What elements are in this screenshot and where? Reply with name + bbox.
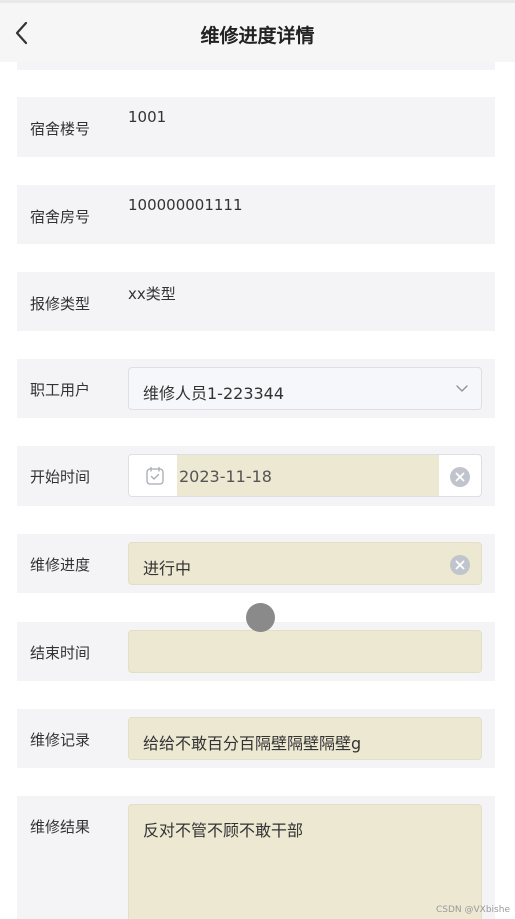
form-row-repair-type: 报修类型 xx类型	[17, 272, 495, 331]
form-row-staff: 职工用户 维修人员1-223344	[17, 359, 495, 418]
touch-indicator	[246, 603, 275, 632]
end-time-label: 结束时间	[30, 644, 91, 662]
staff-select-value: 维修人员1-223344	[143, 384, 285, 403]
repair-type-label: 报修类型	[30, 295, 91, 313]
repair-type-value: xx类型	[128, 285, 176, 303]
top-navigation-bar: 维修进度详情	[0, 0, 515, 62]
clear-circle-icon[interactable]	[449, 554, 471, 576]
result-value: 反对不管不顾不敢干部	[143, 821, 304, 840]
staff-select[interactable]: 维修人员1-223344	[128, 367, 482, 410]
clear-circle-icon[interactable]	[449, 466, 471, 488]
calendar-icon	[146, 466, 164, 485]
result-textarea[interactable]: 反对不管不顾不敢干部	[128, 804, 482, 919]
building-value: 1001	[128, 108, 167, 126]
end-time-input[interactable]	[128, 630, 482, 673]
form-row-result: 维修结果 反对不管不顾不敢干部	[17, 796, 495, 919]
record-value: 给给不敢百分百隔壁隔壁隔壁g	[143, 734, 362, 753]
start-time-date-picker[interactable]: 2023-11-18	[128, 454, 482, 497]
record-label: 维修记录	[30, 731, 91, 749]
progress-label: 维修进度	[30, 556, 91, 574]
form-row-room: 宿舍房号 100000001111	[17, 185, 495, 244]
form-row-record: 维修记录 给给不敢百分百隔壁隔壁隔壁g	[17, 709, 495, 768]
start-time-label: 开始时间	[30, 468, 91, 486]
start-time-value: 2023-11-18	[179, 467, 272, 486]
staff-label: 职工用户	[30, 381, 91, 399]
record-input[interactable]: 给给不敢百分百隔壁隔壁隔壁g	[128, 717, 482, 760]
form-row-partial	[17, 62, 495, 70]
building-label: 宿舍楼号	[30, 120, 91, 138]
chevron-down-icon	[456, 385, 468, 392]
form-row-start-time: 开始时间 2023-11-18	[17, 446, 495, 506]
room-value: 100000001111	[128, 196, 243, 214]
room-label: 宿舍房号	[30, 208, 91, 226]
form-row-building: 宿舍楼号 1001	[17, 97, 495, 157]
progress-input[interactable]: 进行中	[128, 542, 482, 585]
form-row-progress: 维修进度 进行中	[17, 534, 495, 593]
result-label: 维修结果	[30, 818, 91, 836]
progress-value: 进行中	[143, 559, 192, 578]
page-title: 维修进度详情	[200, 25, 315, 47]
watermark: CSDN @VXbishe	[436, 905, 510, 915]
